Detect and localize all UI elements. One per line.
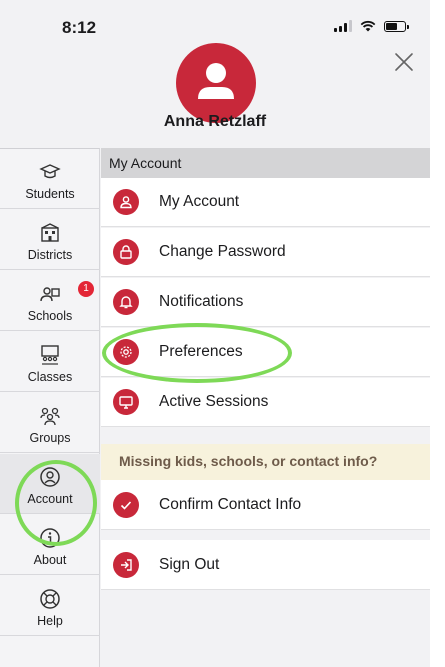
row-label: Notifications [159,293,244,310]
row-sign-out[interactable]: Sign Out [101,540,430,590]
info-icon [40,528,60,548]
sidebar-item-label: Classes [27,370,73,384]
section-spacer [101,428,430,444]
group-icon [40,407,60,426]
schools-badge: 1 [78,281,94,297]
lifebuoy-icon [40,589,60,609]
account-panel: My Account My Account Change Password No… [101,148,430,667]
battery-icon [384,20,409,32]
sidebar-item-students[interactable]: Students [0,149,100,209]
sidebar-item-label: About [33,553,67,567]
sidebar-item-help[interactable]: Help [0,576,100,636]
status-time: 8:12 [62,18,97,37]
sidebar-item-label: Help [37,614,63,628]
lock-icon [113,239,139,265]
sidebar-item-classes[interactable]: Classes [0,332,100,392]
status-bar: 8:12 [0,0,430,40]
section-title: My Account [101,148,430,178]
sidebar-item-groups[interactable]: Groups [0,393,100,453]
row-active-sessions[interactable]: Active Sessions [101,378,430,427]
building-icon [41,223,59,242]
sidebar-item-schools[interactable]: Schools [0,271,100,331]
row-notifications[interactable]: Notifications [101,278,430,327]
sidebar-item-account[interactable]: Account [0,454,100,514]
user-name: Anna Retzlaff [163,113,267,130]
row-label: My Account [159,193,240,210]
sidebar-item-label: Students [25,187,75,201]
sidebar-item-label: Groups [29,431,71,445]
sidebar-item-label: Districts [27,248,73,262]
row-label: Preferences [159,343,243,360]
monitor-icon [113,389,139,415]
row-preferences[interactable]: Preferences [101,328,430,377]
section-spacer [101,530,430,540]
row-label: Confirm Contact Info [159,495,302,513]
close-icon[interactable] [392,50,416,74]
sign-out-icon [113,551,139,578]
sidebar-nav: Students Districts Schools Classes Group… [0,148,100,667]
row-my-account[interactable]: My Account [101,178,430,227]
bell-icon [113,289,139,315]
app-frame: 8:12 Anna Retzlaff Students Districts Sc… [0,0,430,667]
row-change-password[interactable]: Change Password [101,228,430,277]
avatar[interactable] [176,43,256,123]
row-confirm-contact[interactable]: Confirm Contact Info [101,480,430,530]
profile-header: Anna Retzlaff [0,40,430,148]
wifi-icon [360,20,376,32]
gear-icon [113,339,139,365]
signal-icon [334,20,352,32]
row-label: Active Sessions [159,393,269,410]
missing-info-notice: Missing kids, schools, or contact info? [101,444,430,480]
status-icons [334,20,409,32]
row-label: Sign Out [159,555,220,573]
person-icon [113,189,139,215]
sidebar-item-districts[interactable]: Districts [0,210,100,270]
account-icon [40,467,60,487]
school-icon [40,287,60,302]
classroom-icon [41,345,59,365]
checkmark-icon [113,491,139,518]
sidebar-item-label: Schools [27,309,73,323]
person-icon [198,63,234,99]
sidebar-item-about[interactable]: About [0,515,100,575]
sidebar-item-label: Account [27,492,73,506]
graduation-cap-icon [39,164,61,179]
row-label: Change Password [159,243,286,260]
